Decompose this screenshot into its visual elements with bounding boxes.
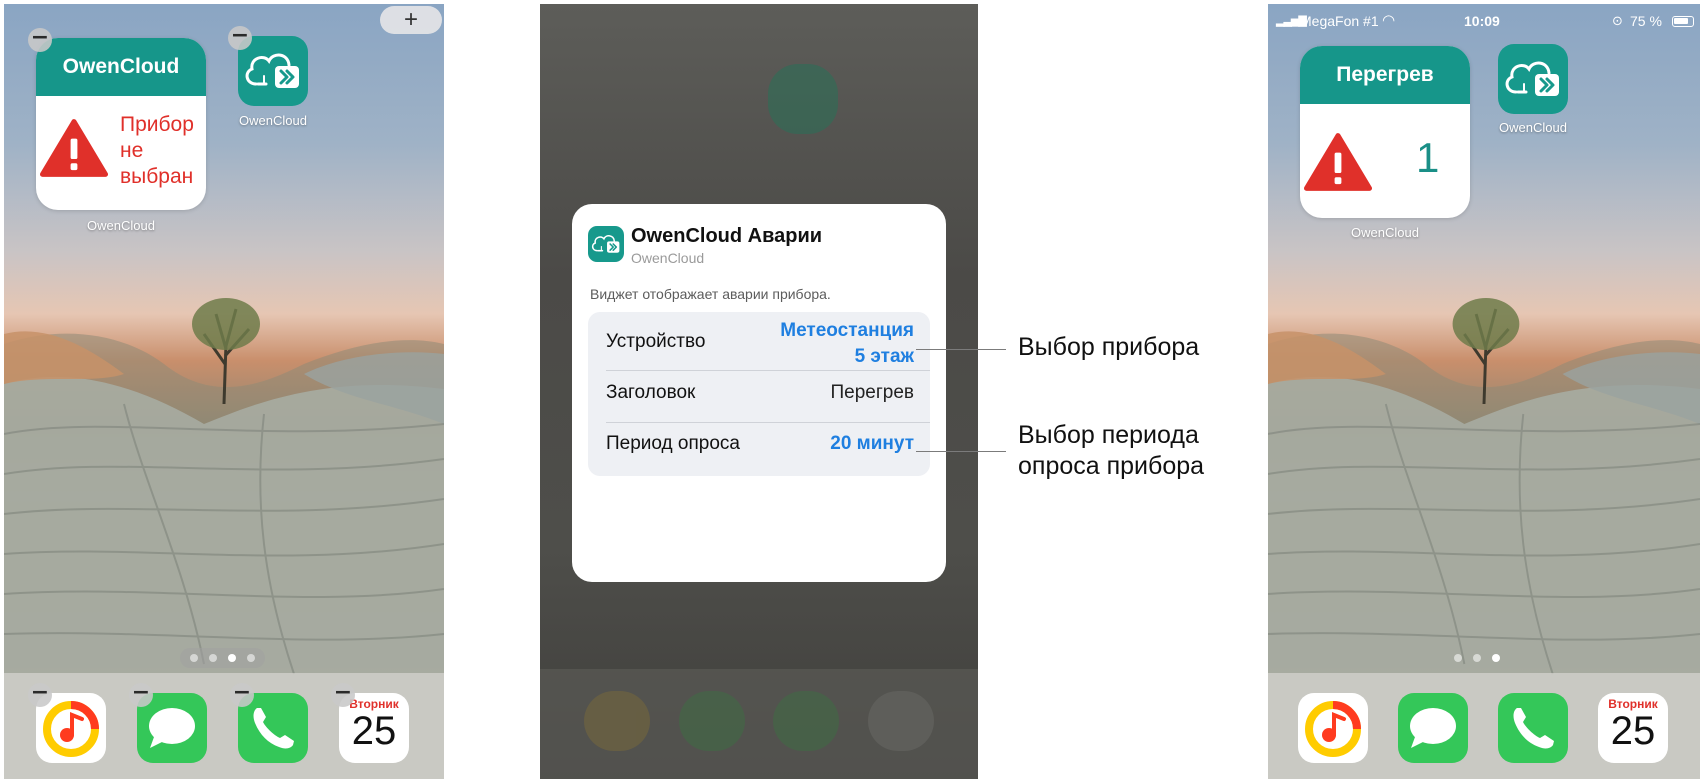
page-dot (190, 654, 198, 662)
widget-message: Прибор не выбран (120, 112, 194, 190)
setting-row-period[interactable]: Период опроса 20 минут (606, 433, 914, 463)
calendar-date: 25 (351, 709, 397, 753)
callout-period-line: опроса прибора (1018, 452, 1205, 480)
clock: 10:09 (1464, 13, 1500, 29)
page-dot (1473, 654, 1481, 662)
remove-app-button[interactable]: − (28, 682, 52, 707)
warning-icon (1304, 132, 1372, 192)
dialog-title: OwenCloud Аварии (631, 225, 823, 247)
phone-icon[interactable] (1498, 693, 1568, 763)
settings-list: Устройство Метеостанция 5 этаж Заголовок… (588, 312, 930, 476)
owencloud-widget-alarms[interactable]: Перегрев 1 (1300, 46, 1470, 218)
page-dot (247, 654, 255, 662)
divider (606, 370, 930, 371)
page-dot (209, 654, 217, 662)
page-dot-active (1492, 654, 1500, 662)
callout-period: Выбор периода опроса прибора (1018, 420, 1204, 482)
callout-line-period (916, 451, 1006, 452)
dock: Вторник 25 (1268, 673, 1700, 779)
setting-label: Период опроса (606, 433, 740, 454)
widget-settings-dialog: OwenCloud Аварии OwenCloud Виджет отобра… (572, 204, 946, 582)
remove-app-button[interactable]: − (230, 682, 254, 707)
setting-row-title[interactable]: Заголовок Перегрев (606, 382, 914, 412)
yandex-music-icon[interactable] (1298, 693, 1368, 763)
device-value-line: Метеостанция (780, 320, 914, 341)
dialog-description: Виджет отображает аварии прибора. (590, 286, 831, 302)
dock: Вторник 25 − − − − (4, 673, 444, 779)
home-screen-edit-mode: + OwenCloud Прибор не выбран − OwenCloud… (4, 4, 444, 779)
page-dot-active (228, 654, 236, 662)
remove-app-button[interactable]: − (129, 682, 153, 707)
widget-title: OwenCloud (36, 38, 206, 96)
messages-icon[interactable] (1398, 693, 1468, 763)
calendar-date: 25 (1610, 709, 1656, 753)
device-value-line: 5 этаж (854, 346, 914, 367)
app-label: OwenCloud (1499, 120, 1567, 135)
widget-edit-screen: OwenCloud Аварии OwenCloud Виджет отобра… (540, 4, 978, 779)
battery-icon (1672, 16, 1694, 27)
callout-line-device (916, 349, 1006, 350)
setting-label: Устройство (606, 331, 706, 352)
title-value[interactable]: Перегрев (830, 382, 914, 404)
alarm-count: 1 (1416, 134, 1440, 181)
wifi-icon: ◠ (1382, 12, 1396, 29)
warning-icon (40, 118, 108, 178)
dialog-subtitle: OwenCloud (631, 250, 705, 266)
widget-message-line: не (120, 139, 144, 162)
rotation-lock-icon: ⊙ (1612, 13, 1623, 28)
setting-label: Заголовок (606, 382, 696, 403)
setting-row-device[interactable]: Устройство Метеостанция 5 этаж (606, 316, 914, 368)
widget-message-line: Прибор (120, 113, 194, 136)
period-value[interactable]: 20 минут (830, 433, 914, 455)
remove-app-button[interactable]: − (331, 682, 355, 707)
remove-app-button[interactable]: − (228, 25, 252, 50)
widget-label: OwenCloud (1351, 225, 1419, 240)
divider (606, 422, 930, 423)
owencloud-app-icon[interactable] (1498, 44, 1568, 114)
widget-title: Перегрев (1300, 46, 1470, 104)
device-value[interactable]: Метеостанция 5 этаж (780, 318, 914, 370)
status-bar: ▂▃▅▇ MegaFon #1 ◠ 10:09 ⊙ 75 % (1268, 4, 1700, 36)
home-screen-configured: ▂▃▅▇ MegaFon #1 ◠ 10:09 ⊙ 75 % Перегрев … (1268, 4, 1700, 779)
calendar-icon[interactable]: Вторник 25 (1598, 693, 1668, 763)
page-indicator[interactable] (1444, 648, 1510, 668)
blurred-dock-apps (584, 691, 934, 751)
add-widget-button[interactable]: + (380, 6, 442, 34)
page-dot (1454, 654, 1462, 662)
carrier: MegaFon #1 (1300, 13, 1379, 29)
page-indicator[interactable] (180, 648, 265, 668)
widget-message-line: выбран (120, 165, 194, 188)
owencloud-widget-unconfigured[interactable]: OwenCloud Прибор не выбран (36, 38, 206, 210)
battery-percent: 75 % (1630, 13, 1662, 29)
callout-device: Выбор прибора (1018, 333, 1200, 361)
callout-period-line: Выбор периода (1018, 421, 1199, 449)
widget-label: OwenCloud (87, 218, 155, 233)
owencloud-app-icon (588, 226, 624, 262)
app-label: OwenCloud (239, 113, 307, 128)
remove-widget-button[interactable]: − (28, 27, 52, 52)
blurred-app-icon (768, 64, 838, 134)
